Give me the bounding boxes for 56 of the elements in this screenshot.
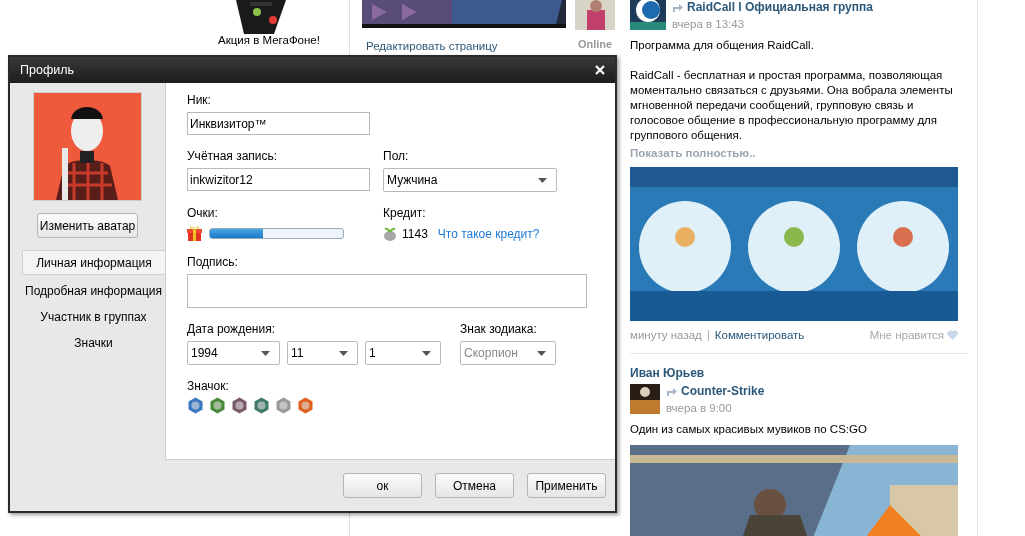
post-time: вчера в 9:00 — [666, 402, 733, 414]
badge-icon[interactable] — [209, 397, 226, 414]
caret-icon — [538, 177, 547, 183]
field-label: Учётная запись: — [187, 149, 279, 163]
signature-field[interactable] — [187, 274, 587, 308]
field-label: Ник: — [187, 93, 212, 107]
post-time: минуту назад — [630, 329, 702, 341]
field-label: Очки: — [187, 206, 218, 220]
year-dropdown[interactable]: 1994 — [187, 341, 280, 365]
sprout-icon — [383, 226, 397, 241]
caret-icon — [261, 350, 270, 356]
post-text: RaidCall - бесплатная и простая программа, позволяющая моментально связаться с друзьями. Она вобрала элементы мгновенной передачи сообщений, групповую связь и голосовое общение в профессиональную программу для группового общения. — [630, 68, 954, 143]
dialog-title: Профиль — [20, 63, 74, 77]
badge-icon[interactable] — [187, 397, 204, 414]
badge-icon[interactable] — [275, 397, 292, 414]
badge-icon[interactable] — [297, 397, 314, 414]
post-author[interactable]: Иван Юрьев — [630, 366, 958, 380]
dialog-button[interactable]: ок — [343, 473, 422, 498]
change-avatar-button[interactable]: Изменить аватар — [37, 213, 138, 238]
share-icon — [672, 2, 683, 12]
field-label: Подпись: — [187, 255, 239, 269]
field-label: Пол: — [383, 149, 410, 163]
nav-item[interactable]: Личная информация — [22, 250, 165, 275]
comment-link[interactable]: Комментировать — [714, 329, 805, 341]
credit-amount: 1143 — [402, 226, 428, 241]
post-text: Один из самых красивых мувиков по CS:GO — [630, 422, 868, 437]
badge-icon[interactable] — [253, 397, 270, 414]
edit-page-link[interactable]: Редактировать страницу — [366, 40, 498, 52]
online-status: Online — [577, 38, 613, 50]
field-label: Знак зодиака: — [460, 322, 538, 336]
close-icon[interactable] — [595, 65, 605, 75]
dialog-button[interactable]: Отмена — [435, 473, 514, 498]
field-label: Кредит: — [383, 206, 426, 220]
caret-icon — [537, 350, 546, 356]
dialog-button[interactable]: Применить — [527, 473, 606, 498]
caret-icon — [422, 350, 431, 356]
share-icon — [666, 386, 677, 396]
field-label: Значок: — [187, 379, 230, 393]
post-time: вчера в 13:43 — [672, 18, 746, 30]
gender-dropdown[interactable]: Мужчина — [383, 168, 557, 192]
day-dropdown[interactable]: 1 — [365, 341, 441, 365]
badge-icon[interactable] — [231, 397, 248, 414]
nickname-field[interactable]: Инквизитор™ — [187, 112, 370, 135]
group-name[interactable]: RaidCall l Официальная группа — [687, 0, 873, 14]
month-dropdown[interactable]: 11 — [287, 341, 358, 365]
field-label: Дата рождения: — [187, 322, 276, 336]
account-field[interactable]: inkwizitor12 — [187, 168, 370, 191]
post-text: Программа для общения RaidCall. — [630, 38, 815, 53]
gift-icon — [187, 226, 203, 241]
credit-info-link[interactable]: Что такое кредит? — [437, 226, 540, 241]
nav-item[interactable]: Участник в группах — [10, 304, 165, 330]
group-name[interactable]: Counter-Strike — [681, 384, 765, 398]
nav-item[interactable]: Значки — [10, 330, 165, 356]
promo-caption[interactable]: Акция в МегаФоне! — [218, 34, 320, 46]
nav-item[interactable]: Подробная информация — [10, 278, 165, 304]
caret-icon — [339, 350, 348, 356]
